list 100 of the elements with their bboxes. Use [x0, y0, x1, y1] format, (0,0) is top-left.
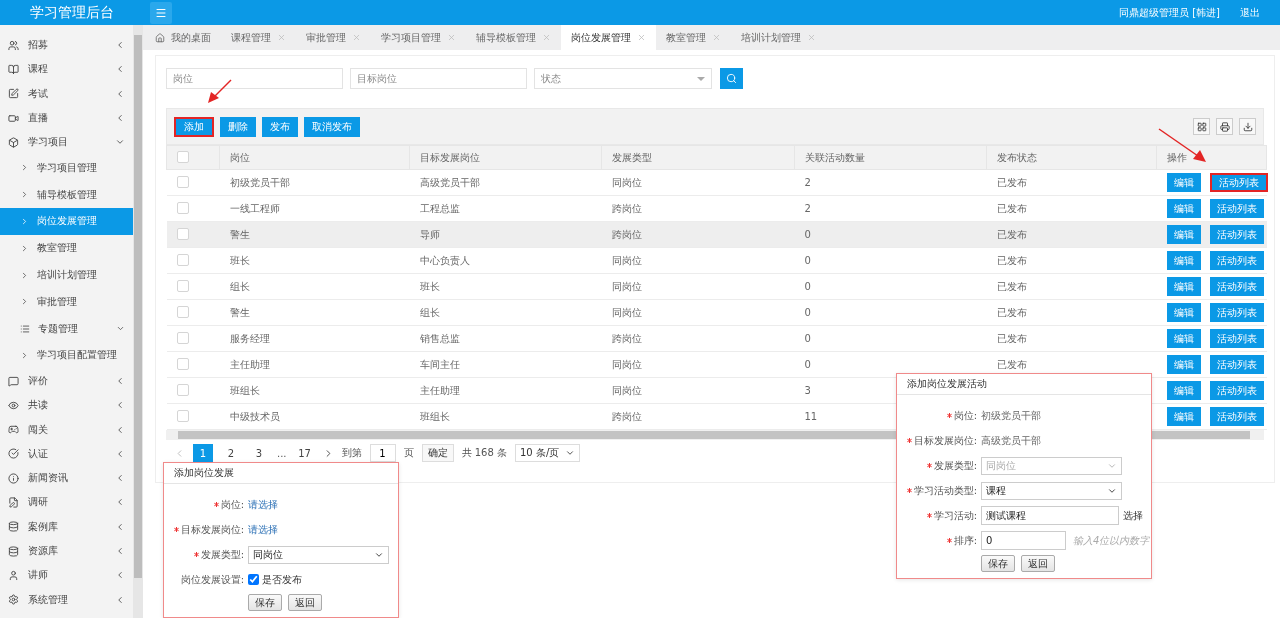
print-icon[interactable] — [1216, 118, 1233, 135]
table-cell: 已发布 — [986, 195, 1157, 222]
tab[interactable]: 课程管理 — [221, 25, 296, 50]
chevron-right-icon — [20, 243, 29, 253]
sidebar-subitem[interactable]: 学习项目配置管理 — [0, 342, 133, 369]
sidebar-item[interactable]: 调研 — [0, 490, 133, 515]
close-icon[interactable] — [542, 33, 551, 42]
tab[interactable]: 岗位发展管理 — [561, 25, 656, 50]
page-input[interactable]: 1 — [369, 444, 396, 462]
checkbox[interactable] — [176, 383, 189, 396]
required-asterisk-icon — [906, 488, 912, 493]
checkbox[interactable] — [248, 574, 259, 585]
required-asterisk-icon — [906, 438, 912, 443]
field-label: 岗位发展设置: — [179, 572, 244, 587]
table-cell: 0 — [794, 221, 987, 248]
sidebar-item[interactable]: 讲师 — [0, 563, 133, 588]
sidebar-item[interactable]: 认证 — [0, 441, 133, 467]
sidebar-subitem[interactable]: 审批管理 — [0, 288, 133, 316]
chevron-left-icon — [115, 497, 125, 508]
back-button[interactable]: 返回 — [288, 594, 322, 611]
tab[interactable]: 学习项目管理 — [371, 25, 466, 50]
chevron-left-icon — [115, 40, 125, 51]
checkbox[interactable] — [176, 357, 189, 370]
tab[interactable]: 我的桌面 — [145, 25, 221, 50]
sidebar-item[interactable]: 直播 — [0, 105, 133, 131]
close-icon[interactable] — [712, 33, 721, 42]
sidebar-item[interactable]: 学习项目 — [0, 130, 133, 155]
checkbox[interactable] — [176, 201, 189, 214]
status-select[interactable]: 状态 — [534, 68, 712, 89]
sidebar-subitem[interactable]: 专题管理 — [0, 315, 133, 343]
checkbox[interactable] — [177, 150, 189, 163]
close-icon[interactable] — [807, 33, 816, 42]
checkbox[interactable] — [176, 305, 189, 318]
sidebar-item[interactable]: 共读 — [0, 393, 133, 418]
page-size-select[interactable]: 10 条/页 — [515, 444, 581, 462]
select-link[interactable]: 请选择 — [248, 497, 398, 512]
close-icon[interactable] — [277, 33, 286, 42]
table-cell: 2 — [794, 195, 987, 222]
sidebar-item[interactable]: 闯关 — [0, 417, 133, 442]
input-field[interactable]: 0 — [981, 531, 1066, 550]
table-cell: 跨岗位 — [601, 195, 795, 222]
tab[interactable]: 教室管理 — [656, 25, 731, 50]
sidebar-item[interactable]: 评价 — [0, 368, 133, 394]
dialog-title: 添加岗位发展活动 — [897, 374, 1151, 395]
download-icon[interactable] — [1239, 118, 1256, 135]
chevron-left-icon — [115, 424, 125, 435]
sidebar-subitem[interactable]: 教室管理 — [0, 234, 133, 262]
table-cell: 2 — [794, 169, 987, 196]
sidebar-item[interactable]: 案例库 — [0, 514, 133, 539]
choose-link[interactable]: 选择 — [1123, 508, 1143, 523]
close-icon[interactable] — [352, 33, 361, 42]
chevron-right-icon — [20, 350, 29, 360]
target-position-field[interactable]: 目标岗位 — [350, 68, 527, 89]
table-cell: 警生 — [219, 221, 410, 248]
checkbox[interactable] — [176, 175, 189, 188]
tab[interactable]: 辅导模板管理 — [466, 25, 561, 50]
close-icon[interactable] — [637, 33, 646, 42]
checkbox[interactable] — [176, 279, 189, 292]
sidebar-subitem[interactable]: 辅导模板管理 — [0, 181, 133, 209]
select-link[interactable]: 请选择 — [248, 522, 398, 537]
save-button[interactable]: 保存 — [248, 594, 282, 611]
confirm-button[interactable]: 确定 — [421, 444, 454, 462]
menu-item-icon — [8, 39, 19, 51]
page-number[interactable]: 2 — [221, 444, 241, 462]
sidebar-item[interactable]: 系统管理 — [0, 587, 133, 612]
table-cell: 跨岗位 — [601, 325, 795, 352]
menu-item-icon — [8, 545, 19, 557]
sidebar-item[interactable]: 考试 — [0, 81, 133, 106]
chevron-left-icon — [115, 400, 125, 411]
grid-icon[interactable] — [1193, 118, 1210, 135]
chevron-down-icon — [565, 448, 576, 458]
close-icon[interactable] — [447, 33, 456, 42]
sidebar-item[interactable]: 课程 — [0, 57, 133, 82]
position-field[interactable]: 岗位 — [166, 68, 343, 89]
sidebar-item[interactable]: 资源库 — [0, 538, 133, 564]
sidebar-item[interactable]: 招募 — [0, 33, 133, 58]
sidebar-subitem[interactable]: 培训计划管理 — [0, 261, 133, 289]
tab[interactable]: 审批管理 — [296, 25, 371, 50]
sidebar-item[interactable]: 新闻资讯 — [0, 466, 133, 491]
sidebar-subitem[interactable]: 学习项目管理 — [0, 154, 133, 182]
save-button[interactable]: 保存 — [981, 555, 1015, 572]
table-cell: 0 — [794, 273, 987, 300]
menu-button[interactable] — [150, 1, 172, 24]
menu-item-icon — [8, 569, 19, 581]
checkbox[interactable] — [176, 253, 189, 266]
checkbox[interactable] — [176, 227, 189, 240]
checkbox[interactable] — [176, 331, 189, 344]
select-field[interactable]: 同岗位 — [248, 545, 389, 564]
table-cell: 同岗位 — [601, 351, 795, 378]
chevron-right-icon — [20, 216, 29, 226]
page-number[interactable]: 17 — [294, 444, 315, 462]
page-number[interactable]: 3 — [249, 444, 269, 462]
search-button[interactable] — [720, 68, 743, 89]
chevron-left-icon — [115, 88, 125, 99]
select-field[interactable]: 课程 — [981, 481, 1122, 500]
back-button[interactable]: 返回 — [1021, 555, 1055, 572]
checkbox[interactable] — [176, 409, 189, 422]
publish-checkbox[interactable]: 是否发布 — [248, 572, 398, 587]
tab[interactable]: 培训计划管理 — [731, 25, 826, 50]
input-field[interactable]: 测试课程 — [981, 506, 1119, 525]
